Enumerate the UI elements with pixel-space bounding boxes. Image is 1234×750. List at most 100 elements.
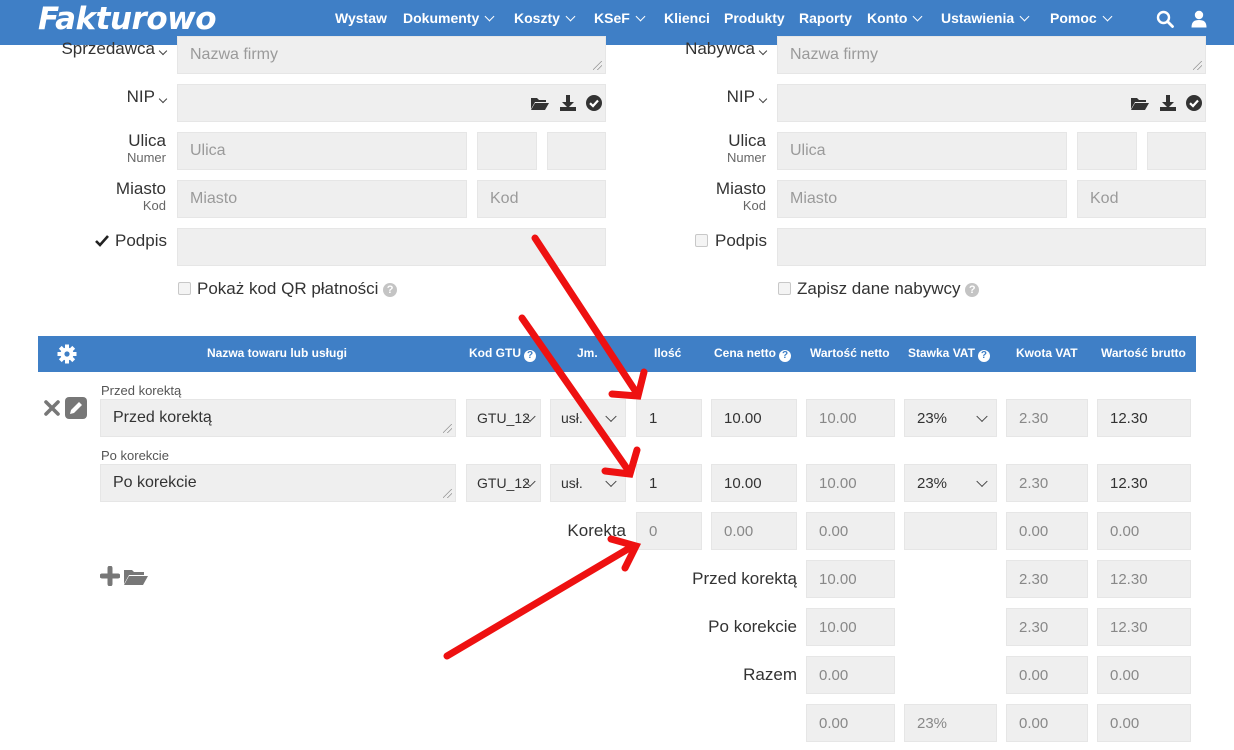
delete-icon[interactable] bbox=[44, 400, 60, 416]
after-vat-amount: 2.30 bbox=[1006, 464, 1088, 502]
download-icon[interactable] bbox=[1159, 94, 1177, 112]
buyer-signature-checkbox[interactable] bbox=[695, 234, 708, 247]
chevron-down-icon bbox=[912, 11, 923, 21]
before-gross-value-field[interactable]: 12.30 bbox=[1097, 399, 1191, 437]
folder-open-icon[interactable] bbox=[1130, 95, 1150, 111]
buyer-street-field[interactable]: Ulica bbox=[777, 132, 1067, 170]
arrow-to-correction-qty bbox=[443, 542, 637, 660]
before-net-value: 10.00 bbox=[806, 399, 895, 437]
before-net-price-field[interactable]: 10.00 bbox=[711, 399, 797, 437]
before-qty-field[interactable]: 1 bbox=[636, 399, 702, 437]
save-buyer-checkbox[interactable] bbox=[778, 282, 791, 295]
add-icon[interactable] bbox=[100, 566, 120, 586]
buyer-nip-field[interactable] bbox=[777, 84, 1206, 122]
help-icon[interactable]: ? bbox=[524, 350, 536, 362]
correction-net-price: 0.00 bbox=[711, 512, 797, 550]
edit-icon[interactable] bbox=[65, 397, 87, 419]
after-name-field[interactable]: Po korekcie bbox=[100, 464, 456, 502]
nav-ksef[interactable]: KSeF bbox=[594, 10, 646, 26]
chevron-down-icon bbox=[758, 94, 768, 104]
after-qty-field[interactable]: 1 bbox=[636, 464, 702, 502]
buyer-postcode-field[interactable]: Kod bbox=[1077, 180, 1206, 218]
before-caption: Przed korektą bbox=[101, 383, 182, 398]
check-circle-icon[interactable] bbox=[1185, 94, 1203, 112]
nav-raporty[interactable]: Raporty bbox=[799, 10, 852, 26]
resize-handle-icon[interactable] bbox=[593, 61, 602, 70]
seller-signature-checkbox[interactable] bbox=[95, 234, 109, 247]
gear-icon[interactable] bbox=[57, 344, 77, 364]
buyer-postcode-label: Kod bbox=[742, 198, 766, 213]
summary-after-gross: 12.30 bbox=[1097, 608, 1191, 646]
seller-signature-field[interactable] bbox=[177, 228, 606, 266]
seller-city-field[interactable]: Miasto bbox=[177, 180, 467, 218]
buyer-nip-label[interactable]: NIP bbox=[658, 87, 768, 107]
resize-handle-icon[interactable] bbox=[1193, 61, 1202, 70]
nav-pomoc[interactable]: Pomoc bbox=[1050, 10, 1113, 26]
after-vat-rate-select[interactable]: 23% bbox=[904, 464, 997, 502]
summary-after-net: 10.00 bbox=[806, 608, 895, 646]
nav-konto[interactable]: Konto bbox=[867, 10, 923, 26]
seller-nip-label[interactable]: NIP bbox=[58, 87, 168, 107]
after-gross-value-field[interactable]: 12.30 bbox=[1097, 464, 1191, 502]
show-qr-checkbox[interactable] bbox=[178, 282, 191, 295]
help-icon[interactable]: ? bbox=[965, 282, 980, 297]
summary-rate-net: 0.00 bbox=[806, 704, 895, 742]
seller-label[interactable]: Sprzedawca bbox=[58, 39, 168, 59]
buyer-apartment-field[interactable] bbox=[1147, 132, 1206, 170]
seller-apartment-field[interactable] bbox=[547, 132, 606, 170]
folder-open-icon[interactable] bbox=[530, 95, 550, 111]
nav-wystaw[interactable]: Wystaw bbox=[335, 10, 387, 26]
arrow-head bbox=[607, 535, 642, 572]
resize-handle-icon[interactable] bbox=[443, 424, 452, 433]
seller-nip-field[interactable] bbox=[177, 84, 606, 122]
before-vat-rate-select[interactable]: 23% bbox=[904, 399, 997, 437]
th-net-price: Cena netto? bbox=[714, 346, 792, 362]
after-unit-select[interactable]: usł. bbox=[550, 464, 626, 502]
chevron-down-icon bbox=[605, 475, 617, 488]
seller-city-label: Miasto bbox=[115, 179, 166, 198]
download-icon[interactable] bbox=[559, 94, 577, 112]
buyer-label[interactable]: Nabywca bbox=[658, 39, 768, 59]
checkmark-icon bbox=[95, 235, 109, 247]
buyer-number-field[interactable] bbox=[1077, 132, 1137, 170]
summary-rate-value: 23% bbox=[904, 704, 997, 742]
summary-total-gross: 0.00 bbox=[1097, 656, 1191, 694]
seller-street-field[interactable]: Ulica bbox=[177, 132, 467, 170]
help-icon[interactable]: ? bbox=[977, 350, 990, 362]
arrow-head bbox=[608, 368, 648, 400]
nav-dokumenty[interactable]: Dokumenty bbox=[403, 10, 495, 26]
after-gtu-select[interactable]: GTU_12 bbox=[466, 464, 541, 502]
nav-produkty[interactable]: Produkty bbox=[724, 10, 785, 26]
seller-postcode-field[interactable]: Kod bbox=[477, 180, 606, 218]
seller-name-field[interactable]: Nazwa firmy bbox=[177, 36, 606, 74]
before-name-field[interactable]: Przed korektą bbox=[100, 399, 456, 437]
seller-number-field[interactable] bbox=[477, 132, 537, 170]
help-icon[interactable]: ? bbox=[383, 282, 398, 297]
search-icon[interactable] bbox=[1156, 10, 1174, 28]
seller-signature-label: Podpis bbox=[115, 231, 167, 250]
resize-handle-icon[interactable] bbox=[443, 489, 452, 498]
before-gtu-select[interactable]: GTU_12 bbox=[466, 399, 541, 437]
buyer-city-field[interactable]: Miasto bbox=[777, 180, 1067, 218]
summary-before-net: 10.00 bbox=[806, 560, 895, 598]
buyer-name-field[interactable]: Nazwa firmy bbox=[777, 36, 1206, 74]
th-name: Nazwa towaru lub usługi bbox=[207, 346, 348, 360]
chevron-down-icon bbox=[158, 46, 168, 56]
summary-before-label: Przed korektą bbox=[692, 569, 797, 588]
help-icon[interactable]: ? bbox=[779, 350, 792, 362]
check-circle-icon[interactable] bbox=[585, 94, 603, 112]
buyer-signature-field[interactable] bbox=[777, 228, 1206, 266]
before-unit-select[interactable]: usł. bbox=[550, 399, 626, 437]
nav-ustawienia[interactable]: Ustawienia bbox=[941, 10, 1030, 26]
user-icon[interactable] bbox=[1191, 10, 1207, 28]
correction-qty: 0 bbox=[636, 512, 702, 550]
seller-number-label: Numer bbox=[126, 150, 166, 165]
nav-klienci[interactable]: Klienci bbox=[664, 10, 710, 26]
seller-postcode-label: Kod bbox=[142, 198, 166, 213]
logo[interactable]: Fakturowo bbox=[38, 1, 217, 37]
items-table-header: Nazwa towaru lub usługi Kod GTU? Jm. Ilo… bbox=[38, 336, 1196, 372]
summary-before-gross: 12.30 bbox=[1097, 560, 1191, 598]
after-net-price-field[interactable]: 10.00 bbox=[711, 464, 797, 502]
folder-open-icon[interactable] bbox=[123, 567, 149, 586]
nav-koszty[interactable]: Koszty bbox=[514, 10, 576, 26]
